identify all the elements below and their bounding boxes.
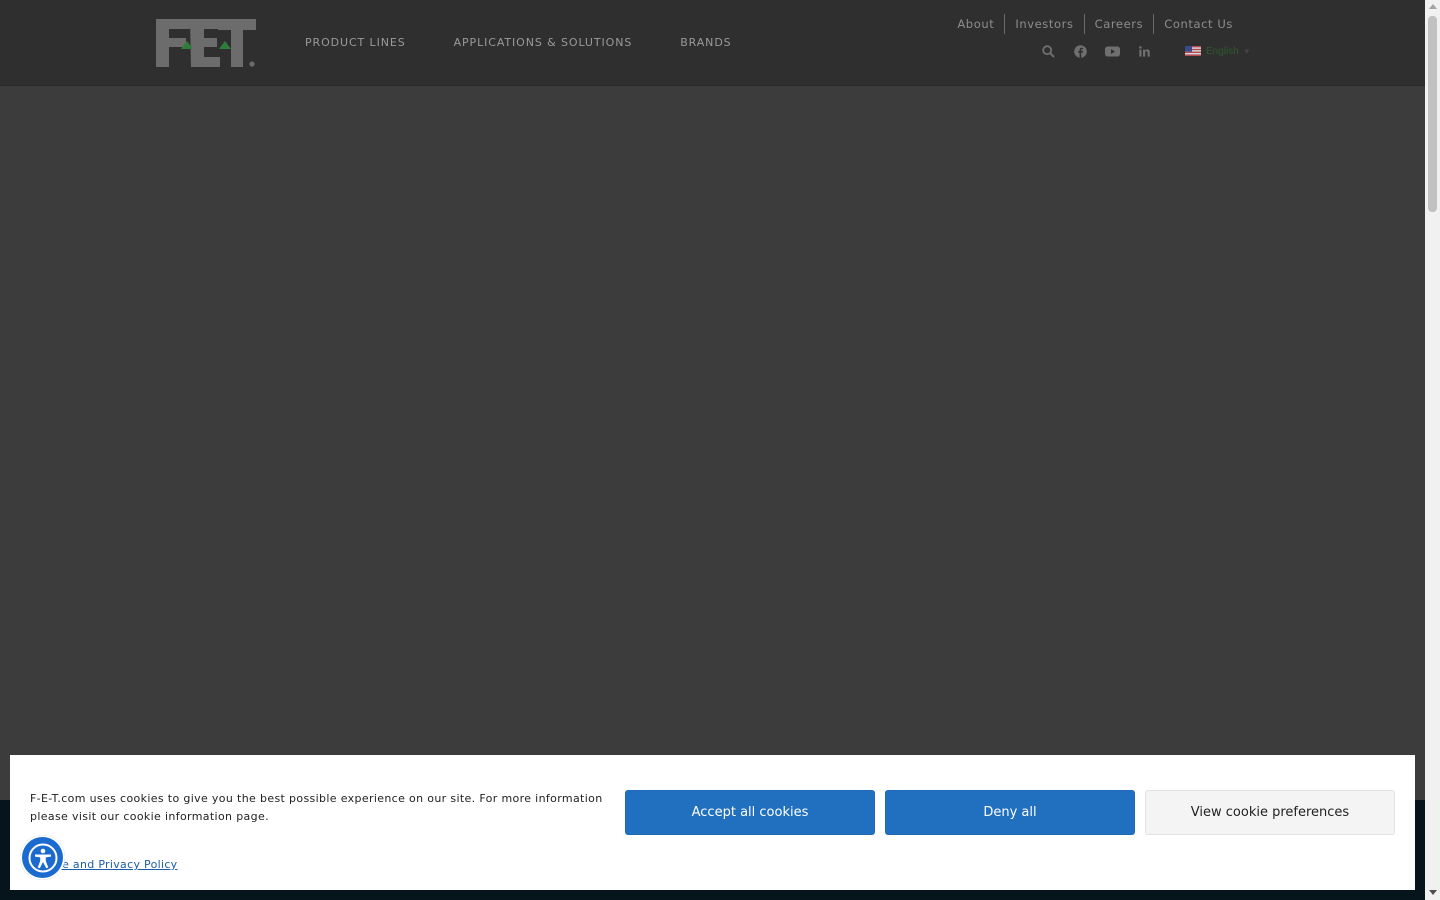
us-flag-icon xyxy=(1185,46,1201,56)
accept-all-cookies-button[interactable]: Accept all cookies xyxy=(625,790,875,835)
scroll-down-arrow-icon[interactable] xyxy=(1429,890,1437,895)
cookie-message: F-E-T.com uses cookies to give you the b… xyxy=(30,792,603,823)
view-cookie-preferences-button[interactable]: View cookie preferences xyxy=(1145,790,1395,835)
header-utility-bar: English ▼ xyxy=(1040,43,1251,59)
site-header: PRODUCT LINES APPLICATIONS & SOLUTIONS B… xyxy=(0,0,1425,86)
search-icon[interactable] xyxy=(1040,43,1056,59)
nav-applications-solutions[interactable]: APPLICATIONS & SOLUTIONS xyxy=(454,36,633,49)
facebook-icon[interactable] xyxy=(1072,43,1088,59)
link-about[interactable]: About xyxy=(947,15,1004,33)
link-contact-us[interactable]: Contact Us xyxy=(1154,15,1243,33)
scrollbar-thumb[interactable] xyxy=(1428,16,1437,212)
page-scrollbar[interactable] xyxy=(1425,0,1440,900)
language-label: English xyxy=(1206,45,1239,57)
link-investors[interactable]: Investors xyxy=(1005,15,1083,33)
main-nav: PRODUCT LINES APPLICATIONS & SOLUTIONS B… xyxy=(305,36,732,49)
deny-all-button[interactable]: Deny all xyxy=(885,790,1135,835)
fet-logo-graphic xyxy=(156,19,256,67)
language-selector[interactable]: English ▼ xyxy=(1185,46,1251,57)
chevron-down-icon: ▼ xyxy=(1242,46,1251,56)
linkedin-icon[interactable] xyxy=(1136,43,1152,59)
fet-logo[interactable] xyxy=(156,17,258,69)
cookie-consent-banner: F-E-T.com uses cookies to give you the b… xyxy=(10,755,1415,890)
hero-section xyxy=(0,86,1425,800)
nav-brands[interactable]: BRANDS xyxy=(680,36,731,49)
youtube-icon[interactable] xyxy=(1104,43,1120,59)
link-careers[interactable]: Careers xyxy=(1085,15,1154,33)
scroll-up-arrow-icon[interactable] xyxy=(1429,4,1437,9)
accessibility-button[interactable] xyxy=(20,835,65,880)
utility-links: About Investors Careers Contact Us xyxy=(947,14,1243,34)
nav-product-lines[interactable]: PRODUCT LINES xyxy=(305,36,406,49)
accessibility-icon xyxy=(28,843,57,872)
